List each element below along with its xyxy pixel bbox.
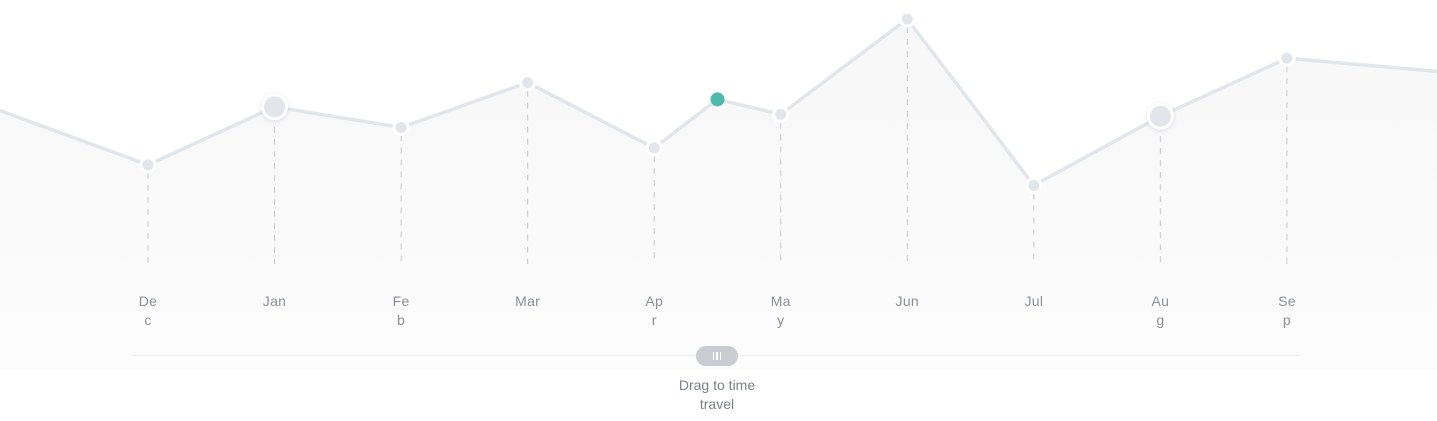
data-point-mar	[519, 74, 537, 92]
slider-hint-line-1: Drag to time	[678, 377, 756, 393]
x-tick-label-mar: Mar	[508, 292, 548, 311]
data-point-jun	[898, 10, 916, 28]
highlighted-point	[710, 92, 725, 107]
data-point-jan	[261, 93, 289, 121]
x-tick-label-line: De	[138, 293, 158, 309]
x-tick-label-line: Se	[1278, 293, 1296, 309]
grip-line	[719, 352, 722, 360]
chart-area-fill	[0, 19, 1437, 370]
data-point-feb	[392, 118, 410, 136]
time-slider-handle[interactable]	[696, 346, 738, 366]
x-tick-label-line: Ap	[645, 293, 664, 309]
data-point-sep	[1278, 49, 1296, 67]
time-travel-chart: De c Jan Fe b Mar Ap r Ma y Jun Jul Au g Se p Drag to t…	[0, 0, 1437, 421]
x-tick-label-line: b	[397, 312, 406, 328]
slider-hint: Drag to time travel	[667, 376, 767, 414]
x-tick-label-jul: Jul	[1014, 292, 1054, 311]
grip-line	[716, 352, 718, 360]
data-point-dec	[139, 156, 157, 174]
data-point-jul	[1025, 176, 1043, 194]
data-point-apr	[645, 139, 663, 157]
x-tick-label-aug: Au g	[1140, 292, 1180, 330]
x-tick-label-jun: Jun	[887, 292, 927, 311]
data-point-may	[772, 105, 790, 123]
x-tick-label-line: y	[777, 312, 785, 328]
x-tick-label-line: Mar	[515, 293, 541, 309]
x-tick-label-line: Fe	[392, 293, 410, 309]
x-tick-label-apr: Ap r	[634, 292, 674, 330]
x-tick-label-line: Jan	[262, 293, 287, 309]
slider-hint-line-2: travel	[699, 396, 735, 412]
x-tick-label-line: g	[1156, 312, 1165, 328]
data-point-aug	[1146, 102, 1174, 130]
x-tick-label-dec: De c	[128, 292, 168, 330]
x-tick-label-line: p	[1282, 312, 1291, 328]
x-tick-label-jan: Jan	[255, 292, 295, 311]
x-tick-label-feb: Fe b	[381, 292, 421, 330]
x-tick-label-sep: Se p	[1267, 292, 1307, 330]
x-tick-label-line: Ma	[770, 293, 791, 309]
grip-line	[712, 352, 715, 360]
x-tick-label-line: Jun	[895, 293, 920, 309]
x-tick-label-may: Ma y	[761, 292, 801, 330]
x-tick-label-line: r	[651, 312, 657, 328]
x-tick-label-line: c	[144, 312, 152, 328]
x-tick-label-line: Jul	[1024, 293, 1044, 309]
x-tick-label-line: Au	[1151, 293, 1170, 309]
